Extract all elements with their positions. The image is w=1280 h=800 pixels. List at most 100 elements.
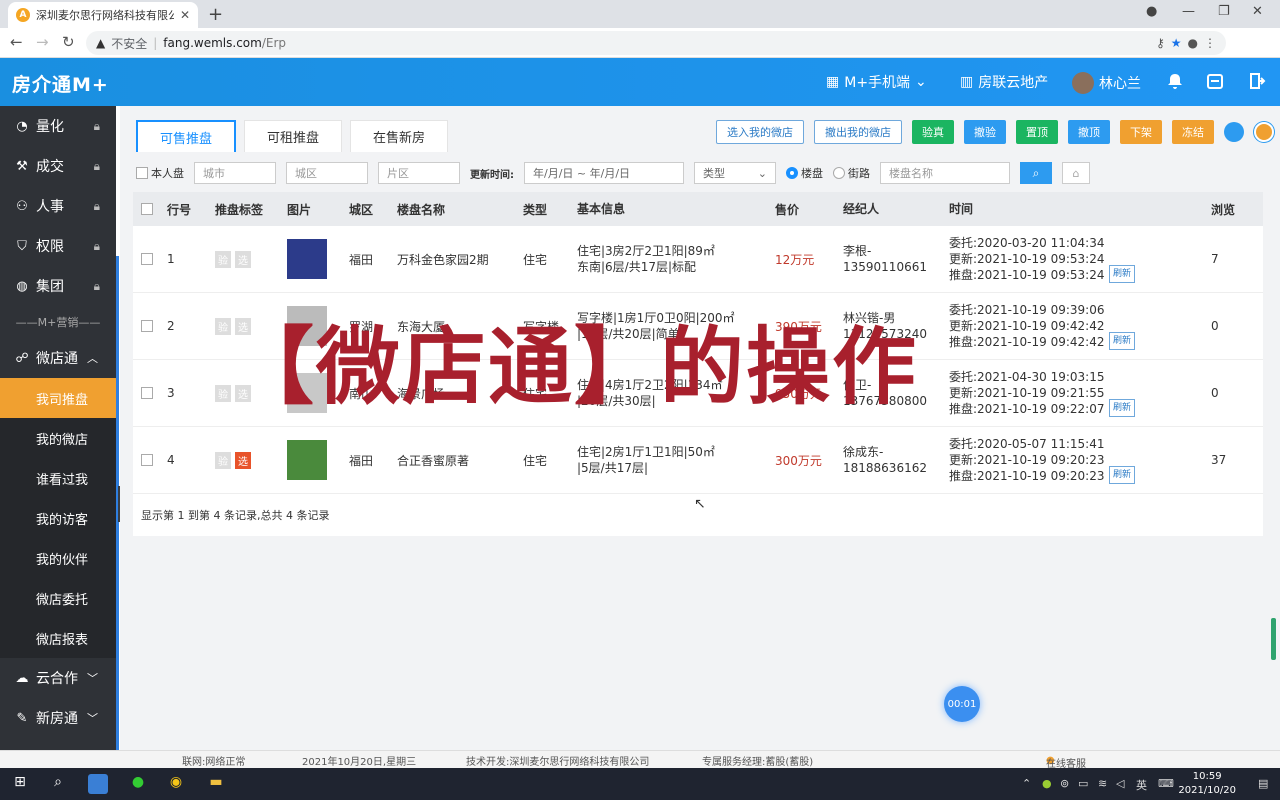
- tab-new-house[interactable]: 在售新房: [350, 120, 449, 152]
- folder-icon[interactable]: ▬: [206, 774, 226, 794]
- cloud-realty-link[interactable]: ▥ 房联云地产: [960, 72, 1048, 92]
- radio-street[interactable]: 街路: [833, 165, 870, 181]
- url-field[interactable]: ▲ 不安全 | fang.wemls.com/Erp ⚷ ★ ● ⋮: [86, 31, 1226, 55]
- clear-button[interactable]: ⌂: [1062, 162, 1090, 184]
- radio-building[interactable]: 楼盘: [786, 165, 823, 181]
- refresh-button[interactable]: 刷新: [1108, 466, 1135, 484]
- row-building-name[interactable]: 万科金色家园2期: [397, 251, 523, 268]
- mic-icon[interactable]: ⊚: [1060, 777, 1069, 790]
- reload-icon[interactable]: ↻: [62, 33, 75, 51]
- sidebar-item-quantify[interactable]: ◔ 量化 🔒︎: [0, 106, 116, 146]
- date-range-input[interactable]: 年/月/日 ~ 年/月/日: [524, 162, 684, 184]
- keyboard-icon[interactable]: ⌨: [1158, 777, 1174, 790]
- property-thumbnail[interactable]: [287, 239, 327, 279]
- account-icon[interactable]: ●: [1188, 36, 1198, 50]
- close-window-icon[interactable]: ✕: [1252, 4, 1263, 19]
- close-tab-icon[interactable]: ✕: [180, 8, 190, 22]
- row-checkbox[interactable]: [141, 320, 153, 332]
- property-thumbnail[interactable]: [287, 440, 327, 480]
- radio-street-dot[interactable]: [833, 167, 845, 179]
- row-building-name[interactable]: 合正香蜜原著: [397, 452, 523, 469]
- select-into-store-button[interactable]: 选入我的微店: [716, 120, 804, 144]
- area-input[interactable]: 片区: [378, 162, 460, 184]
- sidebar-item-deal[interactable]: ⚒ 成交 🔒︎: [0, 146, 116, 186]
- speaker-icon[interactable]: ◁: [1116, 777, 1124, 790]
- minimize-icon[interactable]: —: [1182, 4, 1195, 19]
- tag-verify[interactable]: 验: [215, 451, 231, 469]
- table-row[interactable]: 1 验选 福田 万科金色家园2期 住宅 住宅|3房2厅2卫1阳|89㎡ 东南|6层/共17层…: [133, 226, 1263, 293]
- verify-button[interactable]: 验真: [912, 120, 954, 144]
- tag-verify[interactable]: 验: [215, 317, 231, 335]
- unverify-button[interactable]: 撤验: [964, 120, 1006, 144]
- battery-icon[interactable]: ▭: [1078, 777, 1088, 790]
- sidebar-sub-store-commission[interactable]: 微店委托: [0, 578, 116, 618]
- refresh-circle-icon[interactable]: [1224, 122, 1244, 142]
- sidebar-sub-my-store[interactable]: 我的微店: [0, 418, 116, 458]
- unpin-top-button[interactable]: 撤顶: [1068, 120, 1110, 144]
- sidebar-item-permission[interactable]: ⛉ 权限 🔒︎: [0, 226, 116, 266]
- take-offline-button[interactable]: 下架: [1120, 120, 1162, 144]
- sidebar-item-cloud-coop[interactable]: ☁ 云合作 ﹀: [0, 658, 116, 698]
- star-icon[interactable]: ★: [1171, 36, 1182, 50]
- tag-verify[interactable]: 验: [215, 384, 231, 402]
- mobile-menu[interactable]: ▦ M+手机端 ⌄: [826, 72, 927, 92]
- chrome-icon[interactable]: ◉: [166, 774, 186, 794]
- notification-icon[interactable]: ▤: [1258, 777, 1268, 790]
- windows-start-icon[interactable]: ⊞: [10, 774, 30, 794]
- tray-app-icon[interactable]: ●: [1042, 777, 1052, 790]
- sidebar-sub-my-partners[interactable]: 我的伙伴: [0, 538, 116, 578]
- recording-timer[interactable]: 00:01: [944, 686, 980, 722]
- table-row[interactable]: 4 验选 福田 合正香蜜原著 住宅 住宅|2房1厅1卫1阳|50㎡ |5层/共17层| 300…: [133, 427, 1263, 494]
- page-scrollbar[interactable]: [1271, 618, 1276, 660]
- tray-up-icon[interactable]: ⌃: [1022, 777, 1031, 790]
- sidebar-item-group[interactable]: ◍ 集团 🔒︎: [0, 266, 116, 306]
- browser-tab[interactable]: A 深圳麦尔思行网络科技有限公司 ✕: [8, 2, 198, 28]
- sidebar-item-microstore[interactable]: ☍ 微店通 ︿: [0, 338, 116, 378]
- tab-for-sale[interactable]: 可售推盘: [136, 120, 237, 152]
- search-icon[interactable]: ⌕: [48, 774, 68, 794]
- building-name-input[interactable]: 楼盘名称: [880, 162, 1010, 184]
- key-icon[interactable]: ⚷: [1156, 36, 1165, 50]
- district-input[interactable]: 城区: [286, 162, 368, 184]
- back-icon[interactable]: ←: [10, 33, 23, 51]
- select-all-checkbox[interactable]: [141, 203, 153, 215]
- profile-menu-icon[interactable]: ●: [1146, 4, 1157, 19]
- sidebar-sub-who-viewed[interactable]: 谁看过我: [0, 458, 116, 498]
- app-icon[interactable]: [88, 774, 108, 794]
- maximize-icon[interactable]: ❐: [1218, 4, 1230, 19]
- wifi-icon[interactable]: ≋: [1098, 777, 1107, 790]
- pin-top-button[interactable]: 置顶: [1016, 120, 1058, 144]
- search-button[interactable]: ⌕: [1020, 162, 1052, 184]
- remove-from-store-button[interactable]: 撤出我的微店: [814, 120, 902, 144]
- ime-label[interactable]: 英: [1136, 777, 1147, 793]
- sidebar-sub-my-visitors[interactable]: 我的访客: [0, 498, 116, 538]
- user-menu[interactable]: 林心兰: [1072, 72, 1141, 94]
- tag-verify[interactable]: 验: [215, 250, 231, 268]
- new-tab-button[interactable]: +: [208, 4, 223, 25]
- city-input[interactable]: 城市: [194, 162, 276, 184]
- radio-building-dot[interactable]: [786, 167, 798, 179]
- tag-select[interactable]: 选: [235, 451, 251, 469]
- forward-icon[interactable]: →: [36, 33, 49, 51]
- mine-only-filter[interactable]: 本人盘: [136, 165, 184, 181]
- wechat-icon[interactable]: ●: [128, 774, 148, 794]
- sidebar-sub-store-report[interactable]: 微店报表: [0, 618, 116, 658]
- tab-for-rent[interactable]: 可租推盘: [244, 120, 343, 152]
- app-logo[interactable]: 房介通M+: [12, 70, 109, 97]
- system-clock[interactable]: 10:59 2021/10/20: [1178, 770, 1236, 798]
- row-checkbox[interactable]: [141, 253, 153, 265]
- bell-icon[interactable]: [1166, 72, 1184, 90]
- more-menu-icon[interactable]: ⋮: [1204, 36, 1216, 50]
- freeze-button[interactable]: 冻结: [1172, 120, 1214, 144]
- home-circle-icon[interactable]: [1254, 122, 1274, 142]
- sidebar-item-hr[interactable]: ⚇ 人事 🔒︎: [0, 186, 116, 226]
- logout-icon[interactable]: [1248, 72, 1266, 90]
- tag-select[interactable]: 选: [235, 250, 251, 268]
- refresh-button[interactable]: 刷新: [1108, 399, 1135, 417]
- refresh-button[interactable]: 刷新: [1108, 332, 1135, 350]
- calendar-edit-icon[interactable]: [1206, 72, 1224, 90]
- sidebar-sub-company-push[interactable]: 我司推盘: [0, 378, 116, 418]
- mine-only-checkbox[interactable]: [136, 167, 148, 179]
- refresh-button[interactable]: 刷新: [1108, 265, 1135, 283]
- type-select[interactable]: 类型 ⌄: [694, 162, 776, 184]
